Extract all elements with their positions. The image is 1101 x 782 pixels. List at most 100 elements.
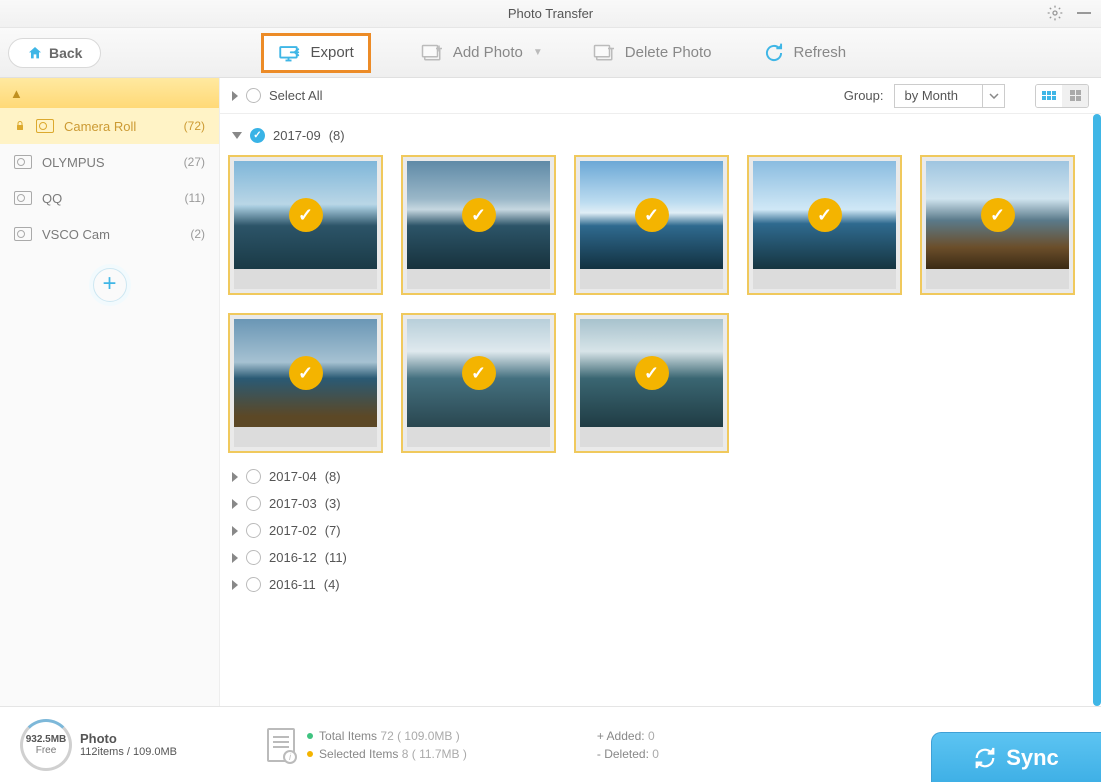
group-count: (3)	[325, 496, 341, 511]
eject-icon: ▲	[10, 86, 23, 101]
scrollbar[interactable]	[1093, 114, 1101, 706]
sync-button[interactable]: Sync	[931, 732, 1101, 782]
export-button[interactable]: Export	[261, 33, 370, 73]
group-count: (8)	[325, 469, 341, 484]
sidebar-item-qq[interactable]: QQ (11)	[0, 180, 219, 216]
storage-meter: 932.5MB Free Photo 112items / 109.0MB	[20, 719, 177, 771]
group-checkbox[interactable]	[246, 523, 261, 538]
selected-badge-icon	[808, 198, 842, 232]
sidebar-item-count: (11)	[185, 191, 205, 205]
select-all-checkbox[interactable]	[246, 88, 261, 103]
window-title: Photo Transfer	[508, 6, 593, 21]
selected-badge-icon	[462, 356, 496, 390]
sidebar-item-label: QQ	[42, 191, 62, 206]
sidebar-item-count: (27)	[184, 155, 205, 169]
view-small-button[interactable]	[1036, 85, 1062, 107]
group-label: 2016-12	[269, 550, 317, 565]
group-count: (4)	[324, 577, 340, 592]
home-icon	[27, 45, 43, 61]
main-panel: Select All Group: by Month 2017-09 (8)	[220, 78, 1101, 706]
refresh-label: Refresh	[794, 44, 847, 61]
thumbnail[interactable]	[747, 155, 902, 295]
titlebar: Photo Transfer	[0, 0, 1101, 28]
storage-size: 932.5MB	[26, 734, 67, 745]
group-value: by Month	[895, 88, 982, 103]
deleted-value: 0	[652, 747, 659, 761]
group-checkbox[interactable]	[246, 577, 261, 592]
view-large-button[interactable]	[1062, 85, 1088, 107]
sidebar-item-count: (72)	[184, 119, 205, 133]
lock-icon	[14, 120, 26, 132]
group-header[interactable]: 2017-04 (8)	[224, 463, 1089, 490]
thumbnail[interactable]	[401, 155, 556, 295]
album-icon	[14, 227, 32, 241]
chevron-right-icon	[232, 499, 238, 509]
refresh-button[interactable]: Refresh	[762, 33, 847, 73]
selected-badge-icon	[981, 198, 1015, 232]
group-checkbox[interactable]	[246, 550, 261, 565]
group-label: 2017-02	[269, 523, 317, 538]
selected-badge-icon	[289, 198, 323, 232]
thumbnail[interactable]	[228, 313, 383, 453]
device-row[interactable]: ▲	[0, 78, 219, 108]
back-label: Back	[49, 45, 82, 61]
add-photo-button[interactable]: Add Photo ▼	[421, 33, 543, 73]
group-checkbox[interactable]	[246, 469, 261, 484]
export-icon	[278, 42, 302, 64]
group-header[interactable]: 2017-09 (8)	[224, 122, 1089, 149]
thumbnail[interactable]	[228, 155, 383, 295]
selected-badge-icon	[635, 356, 669, 390]
sidebar-item-camera-roll[interactable]: Camera Roll (72)	[0, 108, 219, 144]
refresh-icon	[762, 42, 786, 64]
export-label: Export	[310, 44, 353, 61]
group-label: 2017-03	[269, 496, 317, 511]
thumbnail[interactable]	[574, 313, 729, 453]
deleted-label: - Deleted:	[597, 747, 649, 761]
group-checkbox[interactable]	[250, 128, 265, 143]
content-area[interactable]: 2017-09 (8) 2017-04 (8)	[220, 114, 1101, 706]
group-checkbox[interactable]	[246, 496, 261, 511]
add-photo-label: Add Photo	[453, 44, 523, 61]
group-label: 2017-09	[273, 128, 321, 143]
thumbnail[interactable]	[574, 155, 729, 295]
sidebar-item-olympus[interactable]: OLYMPUS (27)	[0, 144, 219, 180]
sidebar-item-vsco[interactable]: VSCO Cam (2)	[0, 216, 219, 252]
album-icon	[14, 155, 32, 169]
add-photo-icon	[421, 42, 445, 64]
section-detail: 112items / 109.0MB	[80, 746, 177, 758]
expand-all-icon[interactable]	[232, 91, 238, 101]
sidebar-item-label: Camera Roll	[64, 119, 136, 134]
section-label: Photo	[80, 731, 177, 746]
document-icon: i	[267, 728, 295, 762]
delete-photo-icon	[593, 42, 617, 64]
selected-label: Selected Items	[319, 747, 398, 761]
group-label: 2017-04	[269, 469, 317, 484]
group-count: (11)	[325, 550, 347, 565]
thumbnail[interactable]	[401, 313, 556, 453]
chevron-right-icon	[232, 526, 238, 536]
group-count: (7)	[325, 523, 341, 538]
minimize-icon[interactable]	[1077, 12, 1091, 14]
sidebar-item-count: (2)	[190, 227, 205, 241]
sidebar: ▲ Camera Roll (72) OLYMPUS (27) QQ (11) …	[0, 78, 220, 706]
add-album-button[interactable]: +	[93, 268, 127, 302]
selected-value: 8 ( 11.7MB )	[402, 747, 467, 761]
toolbar: Back Export Add Photo ▼ Delete Photo Ref…	[0, 28, 1101, 78]
statusbar: 932.5MB Free Photo 112items / 109.0MB i …	[0, 706, 1101, 782]
thumbnail[interactable]	[920, 155, 1075, 295]
group-header[interactable]: 2017-03 (3)	[224, 490, 1089, 517]
delete-photo-label: Delete Photo	[625, 44, 712, 61]
select-all-label: Select All	[269, 88, 322, 103]
group-select[interactable]: by Month	[894, 84, 1005, 108]
chevron-down-icon	[232, 132, 242, 139]
chevron-down-icon	[982, 85, 1004, 107]
delete-photo-button[interactable]: Delete Photo	[593, 33, 712, 73]
added-label: + Added:	[597, 729, 645, 743]
group-count: (8)	[329, 128, 345, 143]
group-header[interactable]: 2017-02 (7)	[224, 517, 1089, 544]
back-button[interactable]: Back	[8, 38, 101, 68]
sync-icon	[974, 747, 996, 769]
group-header[interactable]: 2016-12 (11)	[224, 544, 1089, 571]
gear-icon[interactable]	[1047, 5, 1063, 21]
group-header[interactable]: 2016-11 (4)	[224, 571, 1089, 598]
